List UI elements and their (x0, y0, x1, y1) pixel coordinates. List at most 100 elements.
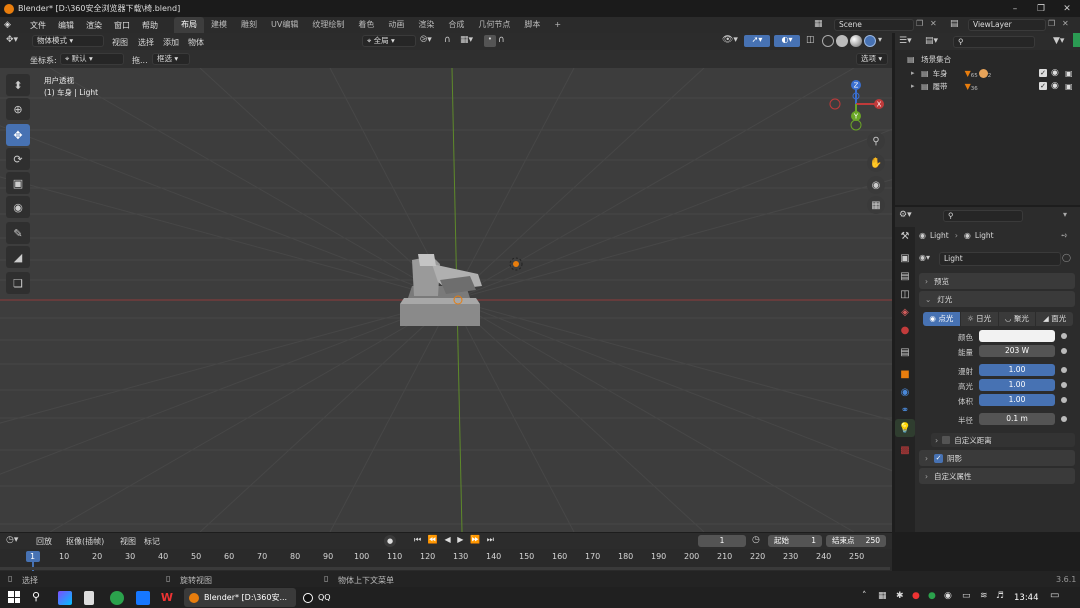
visibility-icon[interactable]: 👁▾ (722, 35, 742, 47)
delete-view-layer-icon[interactable]: ✕ (1062, 19, 1074, 31)
start-icon[interactable] (8, 591, 20, 603)
properties-search-input[interactable]: ⚲ (943, 210, 1023, 222)
world-tab-icon[interactable]: ● (895, 321, 915, 339)
tab-uv-editing[interactable]: UV编辑 (264, 17, 305, 33)
tab-modeling[interactable]: 建模 (204, 17, 234, 33)
new-view-layer-icon[interactable]: ❐ (1048, 19, 1060, 31)
search-icon[interactable]: ⚲ (32, 590, 40, 603)
tab-scripting[interactable]: 脚本 (517, 17, 547, 33)
tab-layout[interactable]: 布局 (174, 17, 204, 33)
blender-menu-icon[interactable]: ◈ (4, 20, 18, 30)
specular-field[interactable]: 1.00 (979, 379, 1055, 391)
timeline-editor-icon[interactable]: ◷▾ (6, 535, 28, 547)
prev-keyframe-icon[interactable]: ⏪ (428, 535, 438, 547)
constraints-tab-icon[interactable]: ⚭ (895, 401, 915, 419)
browser-icon[interactable] (110, 591, 124, 605)
keyframe-dot-icon[interactable] (1061, 397, 1067, 403)
volume-icon[interactable]: ♬ (996, 591, 1004, 601)
add-cube-tool-icon[interactable]: ❏ (6, 272, 30, 294)
xray-icon[interactable]: ◫ (806, 35, 820, 47)
tool-tab-icon[interactable]: ⚒ (895, 227, 915, 245)
frame-end-field[interactable]: 结束点 250 (826, 535, 886, 547)
tab-sculpting[interactable]: 雕刻 (234, 17, 264, 33)
record-icon[interactable]: ● (384, 535, 396, 547)
pan-view-icon[interactable]: ✋ (867, 154, 885, 172)
keyframe-dot-icon[interactable] (1061, 348, 1067, 354)
dingtalk-icon[interactable] (136, 591, 150, 605)
light-data-tab-icon[interactable]: 💡 (895, 419, 915, 437)
scene-selector-icon[interactable]: ▦ (814, 19, 832, 31)
input-method-icon[interactable]: ▦ (878, 591, 887, 601)
shadow-checkbox[interactable]: ✓ (934, 453, 943, 463)
expand-icon[interactable]: ▸ (911, 82, 921, 90)
new-scene-icon[interactable]: ❐ (916, 19, 928, 31)
outliner-item[interactable]: ▸ ▤ 车身 ▼ 65 2 ✓ ◉ ▣ (911, 67, 1079, 79)
light-type-area[interactable]: ◢ 面光 (1036, 312, 1073, 326)
custom-distance-subpanel[interactable]: › 自定义距离 (931, 433, 1075, 447)
jump-end-icon[interactable]: ⏭ (487, 535, 494, 547)
taskbar-app-qq[interactable]: QQ (298, 588, 408, 607)
frame-start-field[interactable]: 起始 1 (768, 535, 822, 547)
viewport-menu-view[interactable]: 视图 (112, 37, 128, 48)
texture-tab-icon[interactable]: ▩ (895, 441, 915, 459)
timeline-menu-playback[interactable]: 回放 (36, 536, 52, 547)
custom-properties-section[interactable]: › 自定义属性 (919, 468, 1075, 484)
editor-type-icon[interactable]: ✥▾ (6, 35, 28, 47)
tab-rendering[interactable]: 渲染 (411, 17, 441, 33)
gizmo-toggle-icon[interactable]: ➚▾ (744, 35, 770, 47)
view-layer-field[interactable]: ViewLayer (968, 19, 1046, 31)
viewport-menu-add[interactable]: 添加 (163, 37, 179, 48)
timeline-ruler[interactable]: 1 10 20 30 40 50 60 70 80 90 100 110 120… (0, 549, 892, 571)
next-keyframe-icon[interactable]: ⏩ (470, 535, 480, 547)
tray-overflow-icon[interactable]: ˄ (862, 591, 867, 601)
outliner-editor-icon[interactable]: ☰▾ (899, 36, 919, 48)
overlay-toggle-icon[interactable]: ◐▾ (774, 35, 800, 47)
radius-field[interactable]: 0.1 m (979, 413, 1055, 425)
3d-viewport[interactable]: 用户透视 (1) 车身 | Light ⬍ ⊕ ✥ ⟳ ▣ ◉ ✎ ◢ ❏ Z … (0, 68, 892, 532)
outliner-item[interactable]: ▸ ▤ 履带 ▼ 36 ✓ ◉ ▣ (911, 80, 1079, 92)
camera-icon[interactable]: ▣ (1065, 69, 1073, 78)
proportional-edit-icon[interactable]: • (484, 35, 496, 47)
menu-window[interactable]: 窗口 (108, 20, 136, 31)
eye-icon[interactable]: ◉ (1051, 81, 1059, 91)
filter-icon[interactable]: ▼▾ (1053, 36, 1073, 48)
cursor-tool-icon[interactable]: ⊕ (6, 98, 30, 120)
custom-distance-checkbox[interactable] (942, 436, 951, 444)
play-reverse-icon[interactable]: ◀ (444, 535, 450, 547)
jump-start-icon[interactable]: ⏮ (414, 535, 421, 547)
material-shading-icon[interactable] (850, 35, 862, 47)
eye-icon[interactable]: ◉ (1051, 68, 1059, 78)
output-tab-icon[interactable]: ▤ (895, 267, 915, 285)
mode-dropdown[interactable]: 物体模式 ▾ (32, 35, 104, 47)
keyframe-dot-icon[interactable] (1061, 333, 1067, 339)
ortho-toggle-icon[interactable]: ▦ (867, 196, 885, 214)
snap-icon[interactable]: ∩ (444, 35, 458, 47)
transform-orientation-dropdown[interactable]: ⌖ 全局 ▾ (362, 35, 416, 47)
include-checkbox[interactable]: ✓ (1039, 82, 1047, 90)
transform-tool-icon[interactable]: ◉ (6, 196, 30, 218)
annotate-tool-icon[interactable]: ✎ (6, 222, 30, 244)
minimize-button[interactable]: – (1002, 0, 1028, 17)
collection-tab-icon[interactable]: ▤ (895, 343, 915, 361)
menu-edit[interactable]: 编辑 (52, 20, 80, 31)
menu-help[interactable]: 帮助 (136, 20, 164, 31)
timeline-menu-keying[interactable]: 抠像(插帧) (66, 536, 104, 547)
object-tab-icon[interactable]: ■ (895, 365, 915, 383)
fake-user-icon[interactable]: ◯ (1062, 253, 1074, 265)
delete-scene-icon[interactable]: ✕ (930, 19, 942, 31)
bluetooth-icon[interactable]: ✱ (896, 591, 904, 601)
view-layer-icon[interactable]: ▤ (950, 19, 968, 31)
tab-texture-paint[interactable]: 纹理绘制 (305, 17, 351, 33)
light-type-point[interactable]: ◉ 点光 (923, 312, 960, 326)
taskbar-app-blender[interactable]: Blender* [D:\360安... (184, 588, 296, 607)
volume-field[interactable]: 1.00 (979, 394, 1055, 406)
rotate-tool-icon[interactable]: ⟳ (6, 148, 30, 170)
navigation-gizmo[interactable]: Z X Y (826, 78, 888, 134)
clock-icon[interactable]: ◷ (752, 535, 766, 547)
outliner-search-input[interactable]: ⚲ (953, 36, 1035, 48)
orientation-dropdown[interactable]: ⌖ 默认 ▾ (60, 53, 124, 65)
zoom-view-icon[interactable]: ⚲ (867, 132, 885, 150)
options-dropdown[interactable]: 选项 ▾ (856, 53, 888, 65)
scene-name-field[interactable]: Scene (834, 19, 914, 31)
wireframe-shading-icon[interactable] (822, 35, 834, 47)
